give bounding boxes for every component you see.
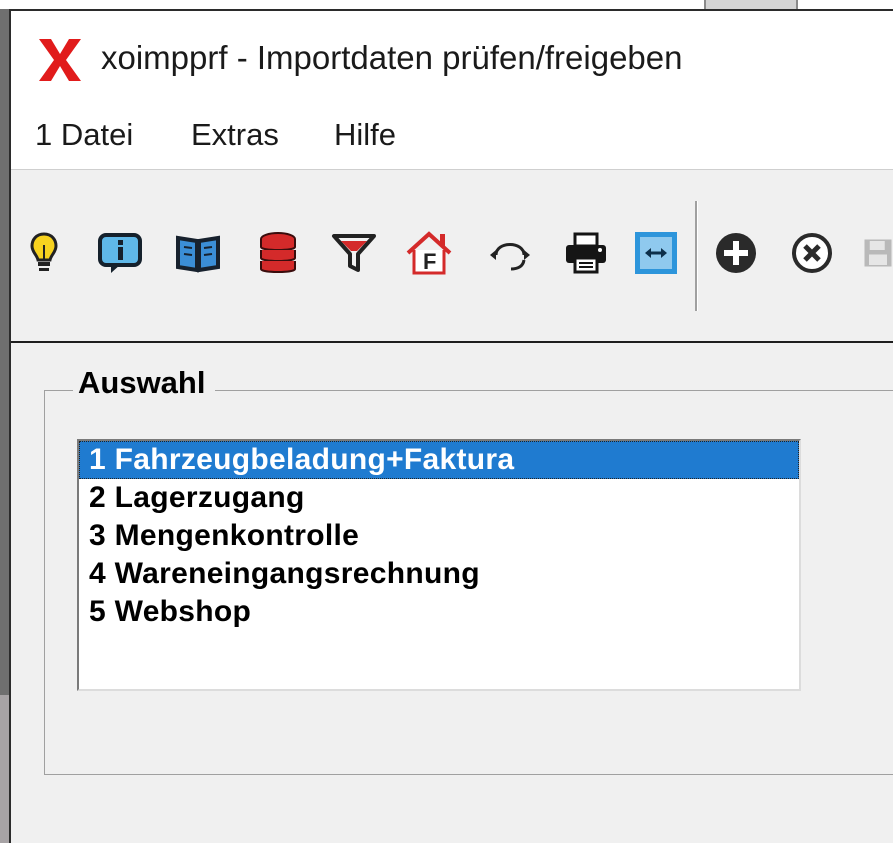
list-item-mengenkontrolle[interactable]: 3 Mengenkontrolle	[79, 517, 799, 555]
transfer-icon[interactable]	[631, 223, 681, 283]
list-item-fahrzeugbeladung[interactable]: 1 Fahrzeugbeladung+Faktura	[79, 441, 799, 479]
filter-icon[interactable]	[329, 223, 379, 283]
menu-hilfe[interactable]: Hilfe	[334, 117, 396, 153]
database-icon[interactable]	[253, 223, 303, 283]
desktop-background-window	[704, 0, 798, 9]
list-item-webshop[interactable]: 5 Webshop	[79, 593, 799, 631]
auswahl-group-label: Auswahl	[73, 365, 216, 401]
home-icon[interactable]: F	[405, 223, 455, 283]
book-icon[interactable]	[173, 223, 223, 283]
app-window: xoimpprf - Importdaten prüfen/freigeben …	[9, 9, 893, 843]
auswahl-listbox[interactable]: 1 Fahrzeugbeladung+Faktura 2 Lagerzugang…	[77, 439, 801, 691]
title-bar[interactable]: xoimpprf - Importdaten prüfen/freigeben	[11, 11, 893, 107]
add-icon[interactable]	[711, 223, 761, 283]
menu-extras[interactable]: Extras	[191, 117, 279, 153]
list-item-lagerzugang[interactable]: 2 Lagerzugang	[79, 479, 799, 517]
menu-bar: 1 Datei Extras Hilfe	[11, 107, 893, 170]
content-area: Auswahl 1 Fahrzeugbeladung+Faktura 2 Lag…	[11, 343, 893, 843]
save-icon[interactable]	[863, 223, 893, 283]
printer-icon[interactable]	[561, 223, 611, 283]
lightbulb-icon[interactable]	[19, 223, 69, 283]
desktop-background-edge	[0, 695, 9, 843]
headset-icon[interactable]	[485, 223, 535, 283]
window-title: xoimpprf - Importdaten prüfen/freigeben	[101, 39, 683, 76]
svg-text:F: F	[423, 249, 436, 274]
delete-icon[interactable]	[787, 223, 837, 283]
app-logo-icon	[39, 39, 81, 81]
list-item-wareneingangsrechnung[interactable]: 4 Wareneingangsrechnung	[79, 555, 799, 593]
toolbar-separator	[695, 201, 698, 311]
info-icon[interactable]	[95, 223, 145, 283]
menu-datei[interactable]: 1 Datei	[35, 117, 133, 153]
toolbar: F	[11, 171, 893, 343]
